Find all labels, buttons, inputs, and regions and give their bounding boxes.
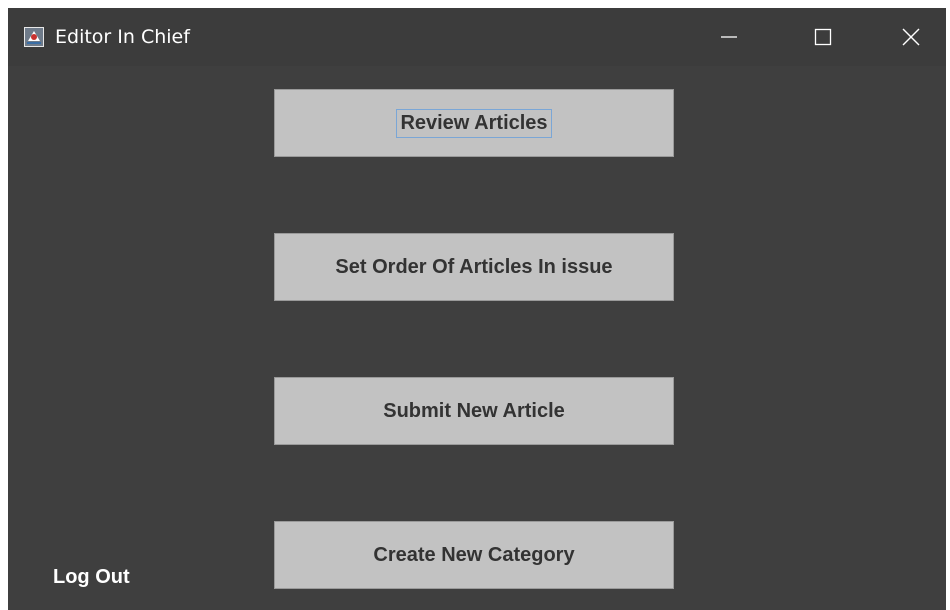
- log-out-button[interactable]: Log Out: [53, 566, 130, 589]
- minimize-icon: [721, 36, 737, 38]
- close-icon: [902, 28, 920, 46]
- window-title: Editor In Chief: [55, 26, 190, 48]
- set-order-of-articles-label: Set Order Of Articles In issue: [335, 255, 613, 278]
- minimize-button[interactable]: [698, 8, 760, 66]
- java-app-icon: [24, 27, 44, 47]
- title-bar[interactable]: Editor In Chief: [8, 8, 946, 66]
- review-articles-label: Review Articles: [396, 108, 552, 138]
- create-new-category-label: Create New Category: [373, 543, 575, 566]
- review-articles-button[interactable]: Review Articles: [274, 89, 674, 157]
- maximize-button[interactable]: [792, 8, 854, 66]
- submit-new-article-button[interactable]: Submit New Article: [274, 377, 674, 445]
- maximize-icon: [814, 28, 832, 46]
- set-order-of-articles-button[interactable]: Set Order Of Articles In issue: [274, 233, 674, 301]
- main-panel: Review Articles Set Order Of Articles In…: [8, 66, 946, 610]
- app-window: Editor In Chief Review Articles Set Orde…: [8, 8, 946, 610]
- close-button[interactable]: [880, 8, 942, 66]
- submit-new-article-label: Submit New Article: [383, 399, 565, 422]
- create-new-category-button[interactable]: Create New Category: [274, 521, 674, 589]
